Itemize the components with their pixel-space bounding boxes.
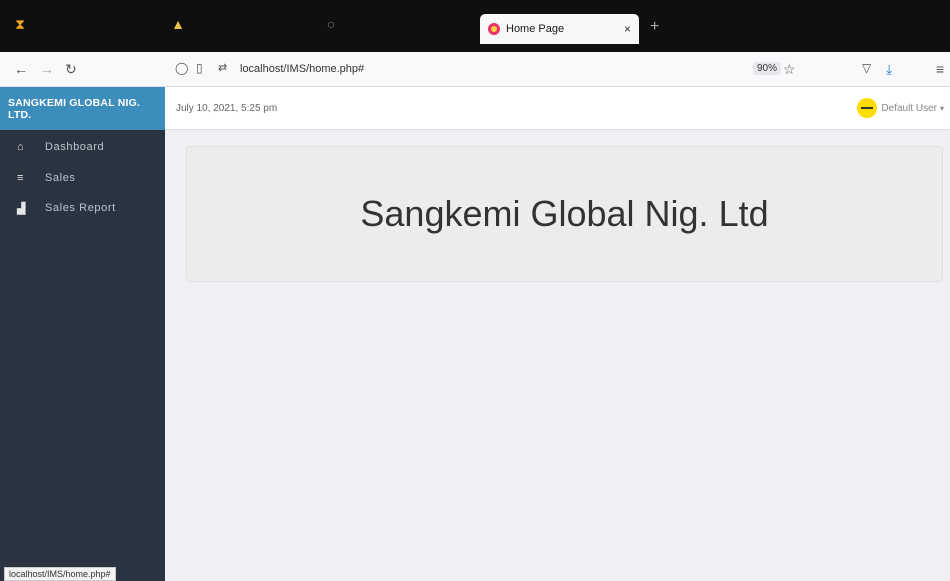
hero-banner: Sangkemi Global Nig. Ltd (186, 146, 943, 282)
status-url: localhost/IMS/home.php# (4, 567, 116, 581)
sidebar-item-label: Sales (45, 172, 76, 184)
permissions-icon[interactable]: ⇄ (218, 61, 227, 74)
sidebar-item-sales-report[interactable]: ▟ Sales Report (0, 197, 165, 219)
bar-chart-icon: ▟ (17, 202, 26, 215)
avatar (857, 98, 878, 118)
download-icon[interactable]: ⤓ (886, 61, 892, 78)
zoom-level[interactable]: 90% (753, 62, 782, 75)
menu-icon[interactable]: ≡ (936, 61, 944, 77)
hero-title: Sangkemi Global Nig. Ltd (360, 193, 769, 234)
app-logo-icon[interactable]: ⧗ (8, 12, 32, 36)
tab-title: Home Page (506, 23, 565, 35)
new-tab-button[interactable]: + (650, 18, 659, 36)
pinned-tab-icon[interactable]: ▲ (166, 12, 190, 36)
pocket-icon[interactable]: ▽ (862, 61, 871, 75)
brand-title[interactable]: SANGKEMI GLOBAL NIG. LTD. (0, 87, 165, 130)
reload-icon[interactable]: ↻ (65, 61, 77, 78)
caret-down-icon: ▾ (939, 103, 944, 113)
close-tab-icon[interactable]: × (624, 22, 631, 36)
browser-tab-bar: ⧗ ▲ ○ Home Page × + (0, 0, 950, 52)
sidebar-item-label: Dashboard (45, 141, 105, 153)
tab-home-page[interactable]: Home Page × (480, 14, 639, 44)
favicon-icon (488, 23, 500, 35)
user-name: Default User (881, 102, 937, 114)
sidebar: SANGKEMI GLOBAL NIG. LTD. ⌂ Dashboard ≡ … (0, 87, 165, 581)
top-header-bar: July 10, 2021, 5:25 pm Default User ▾ (165, 87, 950, 130)
url-bar[interactable]: localhost/IMS/home.php# (240, 63, 364, 75)
shield-icon[interactable]: ◯ (175, 61, 188, 75)
home-icon: ⌂ (17, 141, 24, 153)
sidebar-item-label: Sales Report (45, 202, 116, 214)
page-icon[interactable]: ▯ (196, 61, 203, 75)
sidebar-item-dashboard[interactable]: ⌂ Dashboard (0, 136, 165, 158)
list-icon: ≡ (17, 172, 24, 184)
browser-nav-bar: ← → ↻ ◯ ▯ ⇄ localhost/IMS/home.php# 90% … (0, 52, 950, 87)
github-icon[interactable]: ○ (319, 12, 343, 36)
back-arrow-icon[interactable]: ← (14, 61, 28, 77)
current-date: July 10, 2021, 5:25 pm (176, 103, 278, 114)
sidebar-item-sales[interactable]: ≡ Sales (0, 167, 165, 189)
bookmark-star-icon[interactable]: ☆ (783, 61, 796, 78)
user-menu[interactable]: Default User ▾ (857, 98, 944, 118)
forward-arrow-icon[interactable]: → (40, 61, 54, 77)
